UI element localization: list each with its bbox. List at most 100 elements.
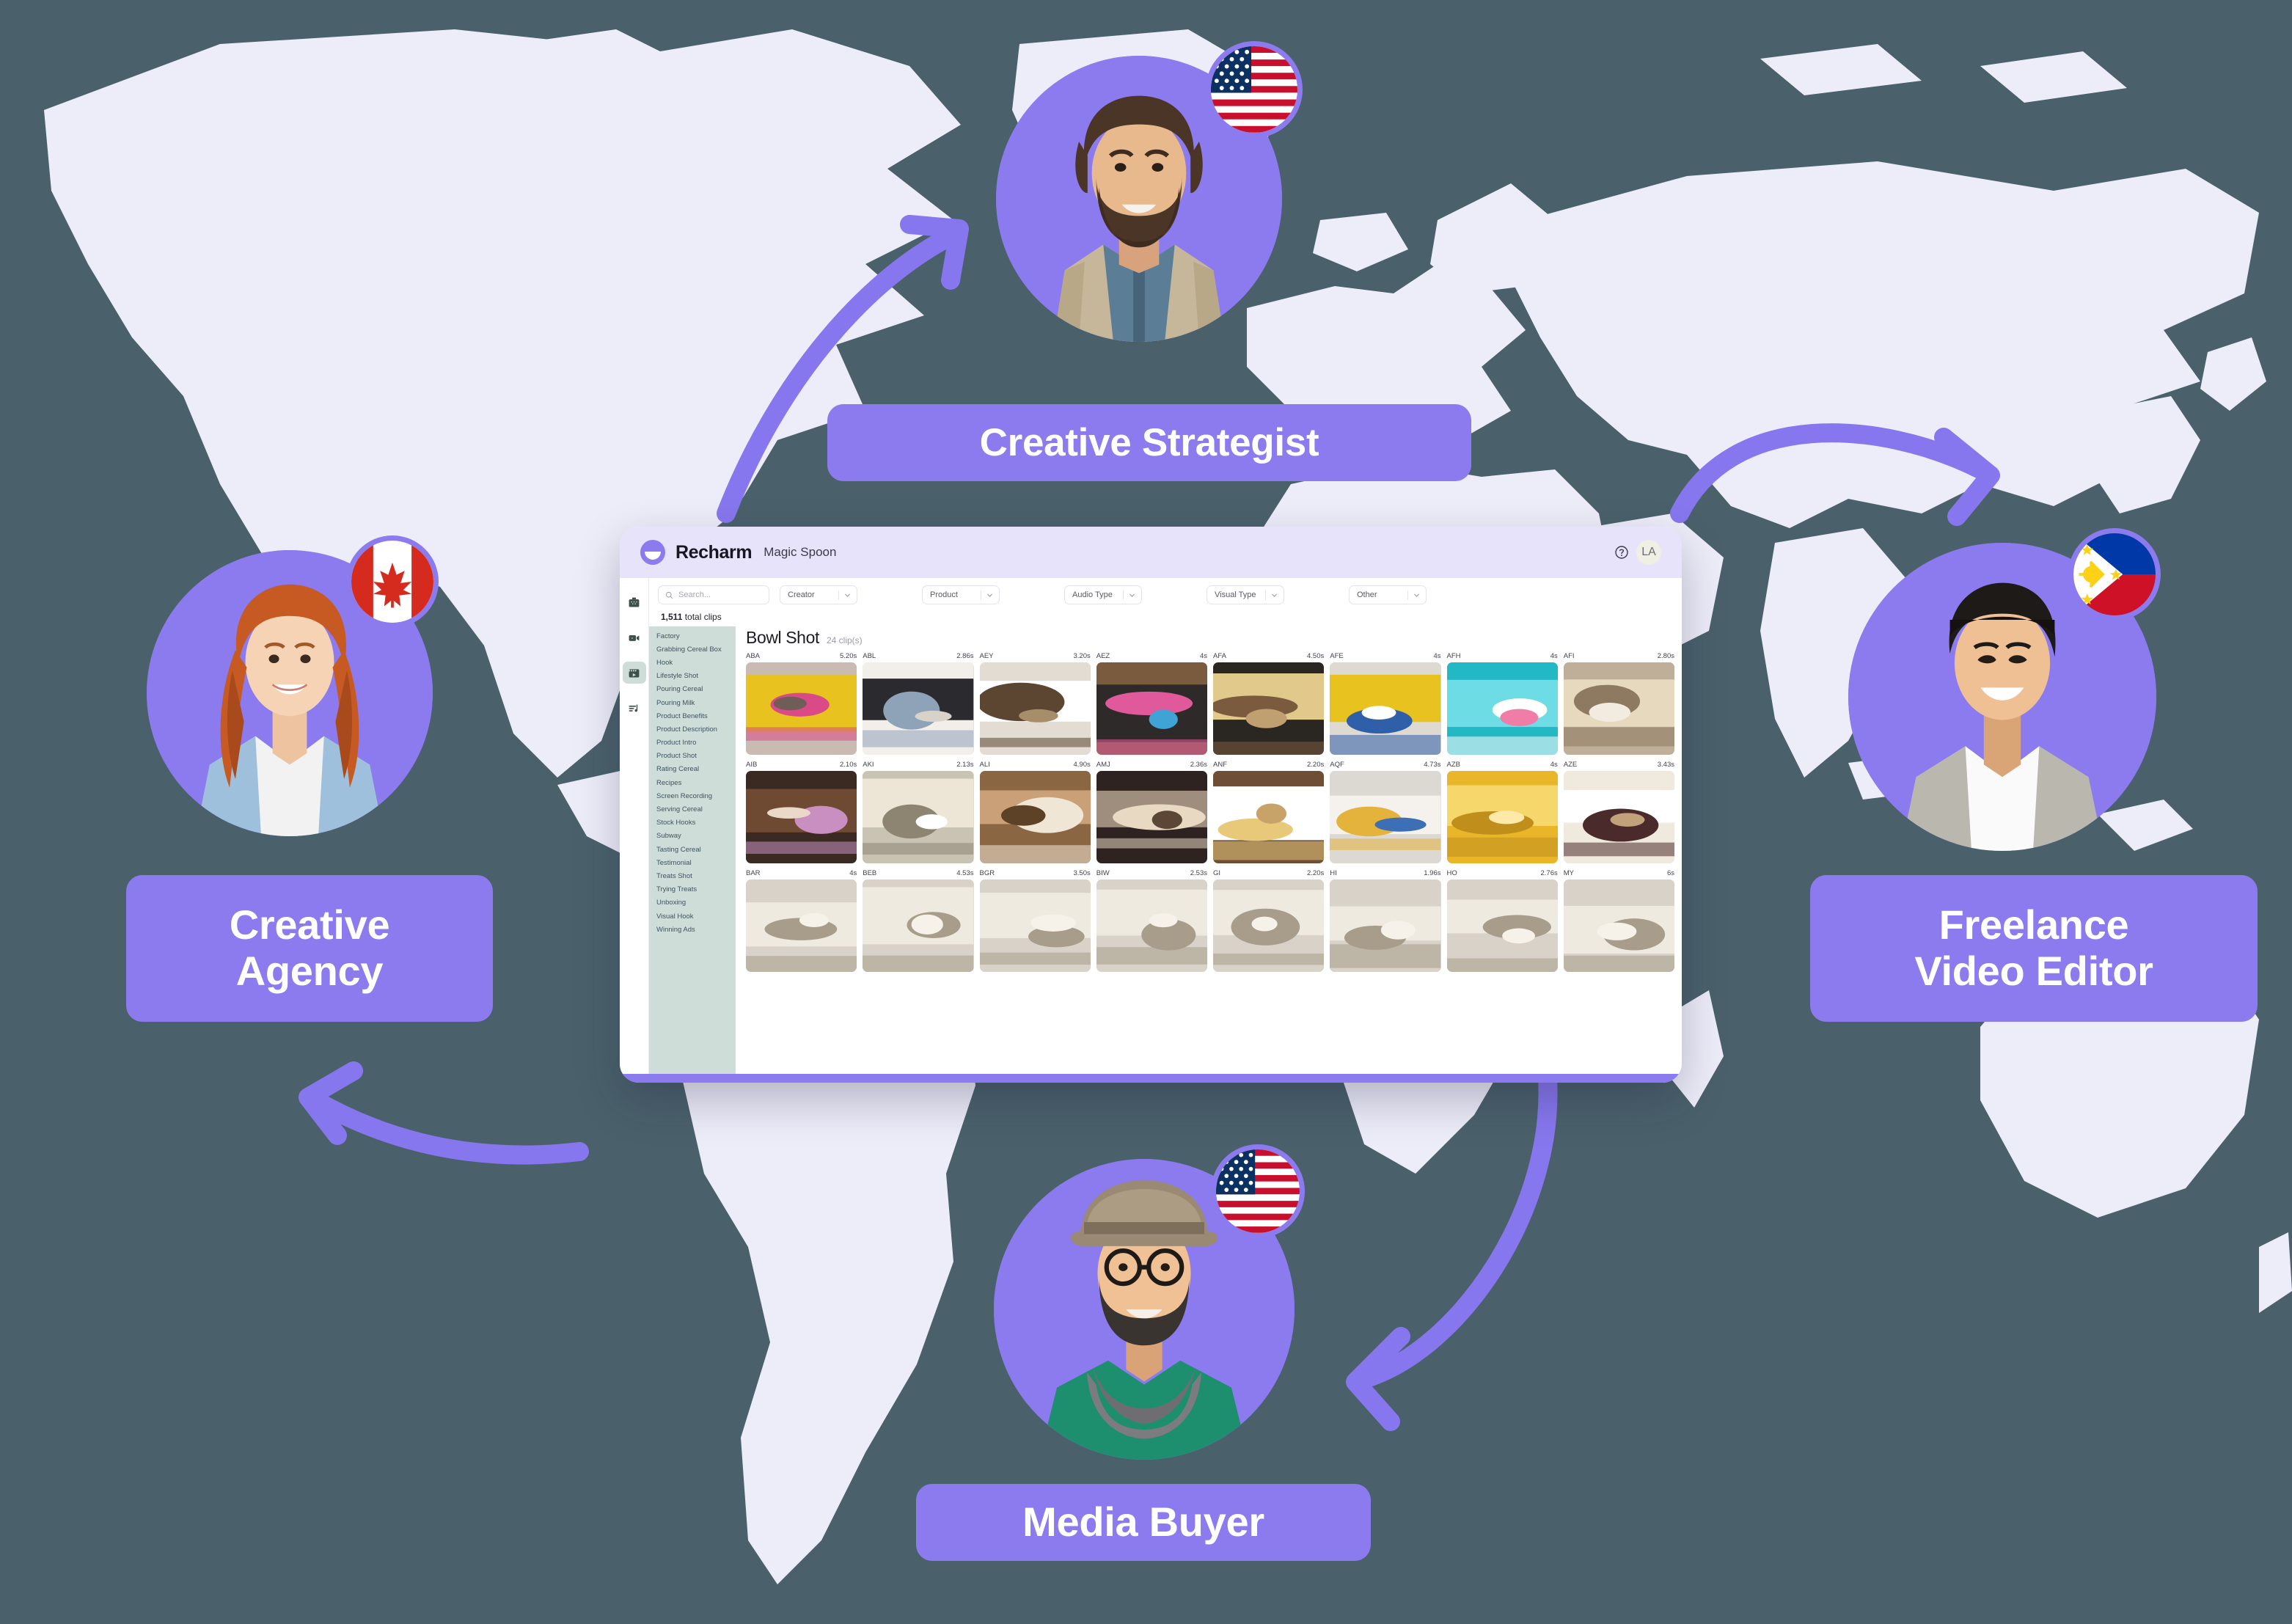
clip-card[interactable]: AQF 4.73s (1330, 761, 1441, 863)
clip-thumbnail[interactable] (1096, 771, 1207, 863)
clip-duration: 6s (1666, 869, 1674, 877)
clip-thumbnail[interactable] (1563, 662, 1674, 755)
clip-duration: 3.20s (1073, 652, 1091, 660)
clip-thumbnail[interactable] (746, 771, 857, 863)
clip-meta: BAR 4s (746, 869, 857, 877)
category-item[interactable]: Rating Cereal (656, 763, 736, 776)
category-item[interactable]: Recipes (656, 776, 736, 789)
clip-thumbnail[interactable] (863, 771, 974, 863)
clip-thumbnail[interactable] (1446, 771, 1558, 863)
filter-other[interactable]: Other (1349, 585, 1427, 604)
category-item[interactable]: Product Shot (656, 750, 736, 763)
clip-card[interactable]: AFA 4.50s (1213, 652, 1325, 755)
category-list[interactable]: Factory Grabbing Cereal Box Hook Lifestyle … (649, 626, 736, 1074)
category-item[interactable]: Treats Shot (656, 869, 736, 882)
clip-thumbnail[interactable] (1563, 771, 1674, 863)
clip-duration: 4s (1550, 652, 1558, 660)
clip-code: AZE (1563, 761, 1578, 769)
category-item[interactable]: Stock Hooks (656, 816, 736, 830)
clip-thumbnail[interactable] (1330, 879, 1441, 972)
clip-thumbnail[interactable] (1446, 879, 1558, 972)
film-clapper-icon[interactable] (622, 662, 646, 684)
clip-card[interactable]: HI 1.96s (1330, 869, 1441, 972)
clip-count-badge: 24 clip(s) (826, 635, 863, 645)
clip-card[interactable]: AIB 2.10s (746, 761, 857, 863)
category-item[interactable]: Lifestyle Shot (656, 670, 736, 683)
filter-visual-type[interactable]: Visual Type (1207, 585, 1284, 604)
clip-thumbnail[interactable] (1330, 771, 1441, 863)
clip-card[interactable]: AZE 3.43s (1563, 761, 1674, 863)
clip-code: AIB (746, 761, 758, 769)
category-item[interactable]: Serving Cereal (656, 802, 736, 816)
clip-thumbnail[interactable] (1096, 879, 1207, 972)
clip-card[interactable]: AFI 2.80s (1563, 652, 1674, 755)
clip-card[interactable]: ABL 2.86s (863, 652, 974, 755)
search-input[interactable]: Search... (658, 585, 769, 604)
clip-thumbnail[interactable] (979, 771, 1091, 863)
question-circle-icon[interactable] (1614, 545, 1629, 560)
category-item[interactable]: Pouring Cereal (656, 683, 736, 696)
clip-thumbnail[interactable] (1330, 662, 1441, 755)
category-item[interactable]: Product Benefits (656, 709, 736, 723)
clip-thumbnail[interactable] (979, 662, 1091, 755)
category-item[interactable]: Product Intro (656, 736, 736, 750)
category-item[interactable]: Factory (656, 629, 736, 643)
filter-creator[interactable]: Creator (780, 585, 857, 604)
clip-card[interactable]: AMJ 2.36s (1096, 761, 1207, 863)
clip-duration: 2.20s (1307, 869, 1325, 877)
category-item[interactable]: Visual Hook (656, 910, 736, 923)
clip-card[interactable]: MY 6s (1563, 869, 1674, 972)
filter-audio-type[interactable]: Audio Type (1064, 585, 1142, 604)
clip-card[interactable]: ALI 4.90s (979, 761, 1091, 863)
filter-product[interactable]: Product (922, 585, 1000, 604)
video-camera-icon[interactable] (623, 626, 646, 648)
clip-card[interactable]: BGR 3.50s (979, 869, 1091, 972)
clip-card[interactable]: GI 2.20s (1213, 869, 1325, 972)
clip-card[interactable]: AZB 4s (1446, 761, 1558, 863)
clip-thumbnail[interactable] (863, 879, 974, 972)
clip-card[interactable]: AKI 2.13s (863, 761, 974, 863)
category-item[interactable]: Grabbing Cereal Box (656, 643, 736, 656)
clip-card[interactable]: BIW 2.53s (1096, 869, 1207, 972)
clip-thumbnail[interactable] (1446, 662, 1558, 755)
category-item[interactable]: Testimonial (656, 856, 736, 869)
clip-thumbnail[interactable] (979, 879, 1091, 972)
clip-duration: 2.80s (1657, 652, 1674, 660)
clip-card[interactable]: BAR 4s (746, 869, 857, 972)
category-item[interactable]: Unboxing (656, 896, 736, 910)
audio-list-icon[interactable] (623, 697, 646, 719)
clip-thumbnail[interactable] (1213, 662, 1325, 755)
ca-flag-icon (346, 535, 439, 628)
clip-code: AFA (1213, 652, 1226, 660)
clip-code: GI (1213, 869, 1221, 877)
clip-card[interactable]: AEY 3.20s (979, 652, 1091, 755)
category-item[interactable]: Product Description (656, 723, 736, 736)
category-item[interactable]: Hook (656, 656, 736, 669)
clip-meta: AFE 4s (1330, 652, 1440, 660)
category-item[interactable]: Screen Recording (656, 789, 736, 802)
category-item[interactable]: Trying Treats (656, 883, 736, 896)
category-item[interactable]: Winning Ads (656, 923, 736, 936)
clip-thumbnail[interactable] (863, 662, 974, 755)
clip-thumbnail[interactable] (1213, 879, 1325, 972)
category-item[interactable]: Tasting Cereal (656, 843, 736, 856)
clip-thumbnail[interactable] (1213, 771, 1325, 863)
clip-card[interactable]: ANF 2.20s (1213, 761, 1325, 863)
clip-thumbnail[interactable] (1096, 662, 1207, 755)
clip-card[interactable]: AFH 4s (1446, 652, 1558, 755)
clip-card[interactable]: BEB 4.53s (863, 869, 974, 972)
briefcase-icon[interactable] (623, 591, 646, 613)
clip-card[interactable]: AFE 4s (1330, 652, 1441, 755)
category-item[interactable]: Subway (656, 830, 736, 843)
clip-thumbnail[interactable] (746, 662, 857, 755)
clip-code: MY (1563, 869, 1574, 877)
category-item[interactable]: Pouring Milk (656, 696, 736, 709)
user-avatar-initials[interactable]: LA (1636, 540, 1661, 565)
clip-card[interactable]: ABA 5.20s (746, 652, 857, 755)
clip-thumbnail[interactable] (1563, 879, 1674, 972)
role-pill-media-buyer: Media Buyer (916, 1484, 1371, 1561)
clip-card[interactable]: AEZ 4s (1096, 652, 1207, 755)
clip-duration: 4.53s (956, 869, 974, 877)
clip-thumbnail[interactable] (746, 879, 857, 972)
clip-card[interactable]: HO 2.76s (1446, 869, 1558, 972)
